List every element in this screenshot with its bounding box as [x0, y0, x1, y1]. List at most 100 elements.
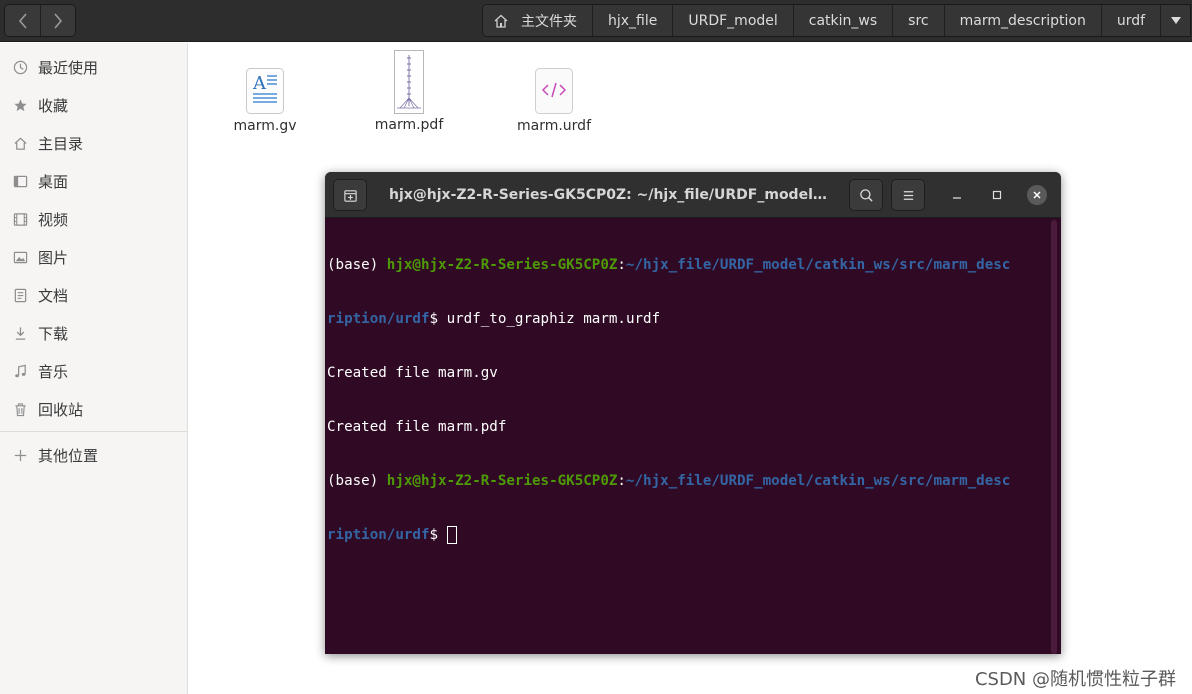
sidebar-item-label: 下载 [38, 324, 69, 343]
file-name: marm.gv [233, 118, 297, 134]
breadcrumb-label: 主文件夹 [521, 13, 577, 30]
desktop-screen: 主文件夹 hjx_file URDF_model catkin_ws src m… [0, 0, 1192, 694]
sidebar-item-label: 收藏 [38, 96, 69, 115]
sidebar-item-videos[interactable]: 视频 [0, 200, 187, 238]
download-icon [12, 325, 28, 341]
sidebar-item-starred[interactable]: 收藏 [0, 86, 187, 124]
terminal-title: hjx@hjx-Z2-R-Series-GK5CP0Z: ~/hjx_file/… [389, 187, 829, 203]
desktop-icon [12, 173, 28, 189]
pdf-thumbnail-icon [394, 50, 424, 114]
maximize-icon [992, 190, 1002, 200]
file-item-marm-urdf[interactable]: marm.urdf [499, 67, 609, 134]
triangle-down-icon [1170, 17, 1181, 24]
terminal-titlebar[interactable]: hjx@hjx-Z2-R-Series-GK5CP0Z: ~/hjx_file/… [325, 172, 1061, 218]
sidebar-item-documents[interactable]: 文档 [0, 276, 187, 314]
back-button[interactable] [5, 5, 40, 36]
minimize-button[interactable] [947, 185, 967, 205]
xml-file-icon [535, 68, 573, 114]
sidebar-item-music[interactable]: 音乐 [0, 352, 187, 390]
sidebar-item-label: 桌面 [38, 172, 69, 191]
prompt-dollar: $ [429, 527, 447, 543]
minimize-icon [953, 197, 961, 199]
prompt-user-host: hjx@hjx-Z2-R-Series-GK5CP0Z [386, 257, 618, 273]
star-icon [12, 97, 28, 113]
document-icon [12, 287, 28, 303]
svg-text:A: A [252, 73, 267, 94]
prompt-path: ~/hjx_file/URDF_model/catkin_ws/src/marm… [625, 473, 1011, 489]
terminal-scrollbar[interactable] [1051, 220, 1057, 654]
prompt-path: ~/hjx_file/URDF_model/catkin_ws/src/marm… [625, 257, 1011, 273]
chevron-left-icon [18, 12, 27, 29]
sidebar-item-label: 图片 [38, 248, 69, 267]
sidebar-item-desktop[interactable]: 桌面 [0, 162, 187, 200]
navigation-buttons [4, 4, 76, 37]
breadcrumb-marm-description[interactable]: marm_description [944, 5, 1102, 36]
terminal-line: Created file marm.gv [327, 365, 498, 381]
terminal-output[interactable]: (base) hjx@hjx-Z2-R-Series-GK5CP0Z:~/hjx… [327, 220, 1049, 654]
new-tab-button[interactable] [333, 179, 367, 211]
sidebar-divider [0, 431, 187, 432]
terminal-line: ription/urdf$ urdf_to_graphiz marm.urdf [327, 310, 1049, 328]
forward-button[interactable] [40, 5, 75, 36]
path-bar: 主文件夹 hjx_file URDF_model catkin_ws src m… [482, 4, 1192, 37]
breadcrumb-catkin-ws[interactable]: catkin_ws [793, 5, 894, 36]
file-item-marm-pdf[interactable]: marm.pdf [354, 50, 464, 133]
terminal-line: (base) hjx@hjx-Z2-R-Series-GK5CP0Z:~/hjx… [327, 256, 1049, 274]
plus-icon [12, 447, 28, 463]
conda-env: (base) [327, 473, 387, 489]
music-icon [12, 363, 28, 379]
hamburger-menu-icon [903, 190, 913, 200]
command-text: urdf_to_graphiz marm.urdf [446, 311, 661, 327]
search-icon [859, 188, 873, 202]
sidebar-item-label: 回收站 [38, 400, 84, 419]
home-icon [12, 135, 28, 151]
image-icon [12, 249, 28, 265]
sidebar-item-downloads[interactable]: 下载 [0, 314, 187, 352]
sidebar-item-label: 其他位置 [38, 446, 99, 465]
maximize-button[interactable] [987, 185, 1007, 205]
sidebar-item-trash[interactable]: 回收站 [0, 390, 187, 428]
sidebar-item-label: 文档 [38, 286, 69, 305]
prompt-user-host: hjx@hjx-Z2-R-Series-GK5CP0Z [386, 473, 618, 489]
close-button[interactable] [1027, 185, 1047, 205]
close-icon [1033, 191, 1041, 199]
terminal-window[interactable]: hjx@hjx-Z2-R-Series-GK5CP0Z: ~/hjx_file/… [325, 172, 1061, 654]
watermark: CSDN @随机惯性粒子群 [974, 669, 1176, 690]
clock-icon [12, 59, 28, 75]
places-sidebar: 最近使用 收藏 主目录 桌面 视频 图片 文档 下载 音乐 回收站 其他位置 [0, 43, 188, 694]
sidebar-item-pictures[interactable]: 图片 [0, 238, 187, 276]
sidebar-item-home[interactable]: 主目录 [0, 124, 187, 162]
sidebar-item-recent[interactable]: 最近使用 [0, 48, 187, 86]
breadcrumb-home[interactable]: 主文件夹 [483, 5, 593, 36]
menu-button[interactable] [891, 179, 925, 211]
prompt-dollar: $ [429, 311, 447, 327]
breadcrumb-urdf[interactable]: urdf [1101, 5, 1161, 36]
conda-env: (base) [327, 257, 387, 273]
sidebar-item-label: 最近使用 [38, 58, 99, 77]
home-icon [494, 14, 508, 28]
breadcrumb-hjx-file[interactable]: hjx_file [593, 5, 674, 36]
prompt-path: ription/urdf [327, 527, 430, 543]
sidebar-item-other-locations[interactable]: 其他位置 [0, 436, 187, 474]
breadcrumb-urdf-model[interactable]: URDF_model [673, 5, 794, 36]
path-menu-button[interactable] [1160, 5, 1191, 36]
sidebar-item-label: 主目录 [38, 134, 84, 153]
prompt-path: ription/urdf [327, 311, 430, 327]
text-file-icon: A [246, 68, 284, 114]
prompt-separator: : [617, 473, 626, 489]
sidebar-item-label: 音乐 [38, 362, 69, 381]
chevron-right-icon [54, 12, 63, 29]
breadcrumb-src[interactable]: src [893, 5, 945, 36]
file-name: marm.urdf [516, 118, 591, 134]
prompt-separator: : [617, 257, 626, 273]
terminal-line: Created file marm.pdf [327, 419, 507, 435]
file-name: marm.pdf [374, 117, 444, 133]
text-cursor [446, 526, 457, 544]
new-tab-icon [343, 189, 357, 202]
video-icon [12, 211, 28, 227]
file-item-marm-gv[interactable]: A marm.gv [210, 67, 320, 134]
terminal-line: (base) hjx@hjx-Z2-R-Series-GK5CP0Z:~/hjx… [327, 472, 1049, 490]
search-button[interactable] [849, 179, 883, 211]
trash-icon [12, 401, 28, 417]
file-manager-headerbar: 主文件夹 hjx_file URDF_model catkin_ws src m… [0, 0, 1192, 42]
